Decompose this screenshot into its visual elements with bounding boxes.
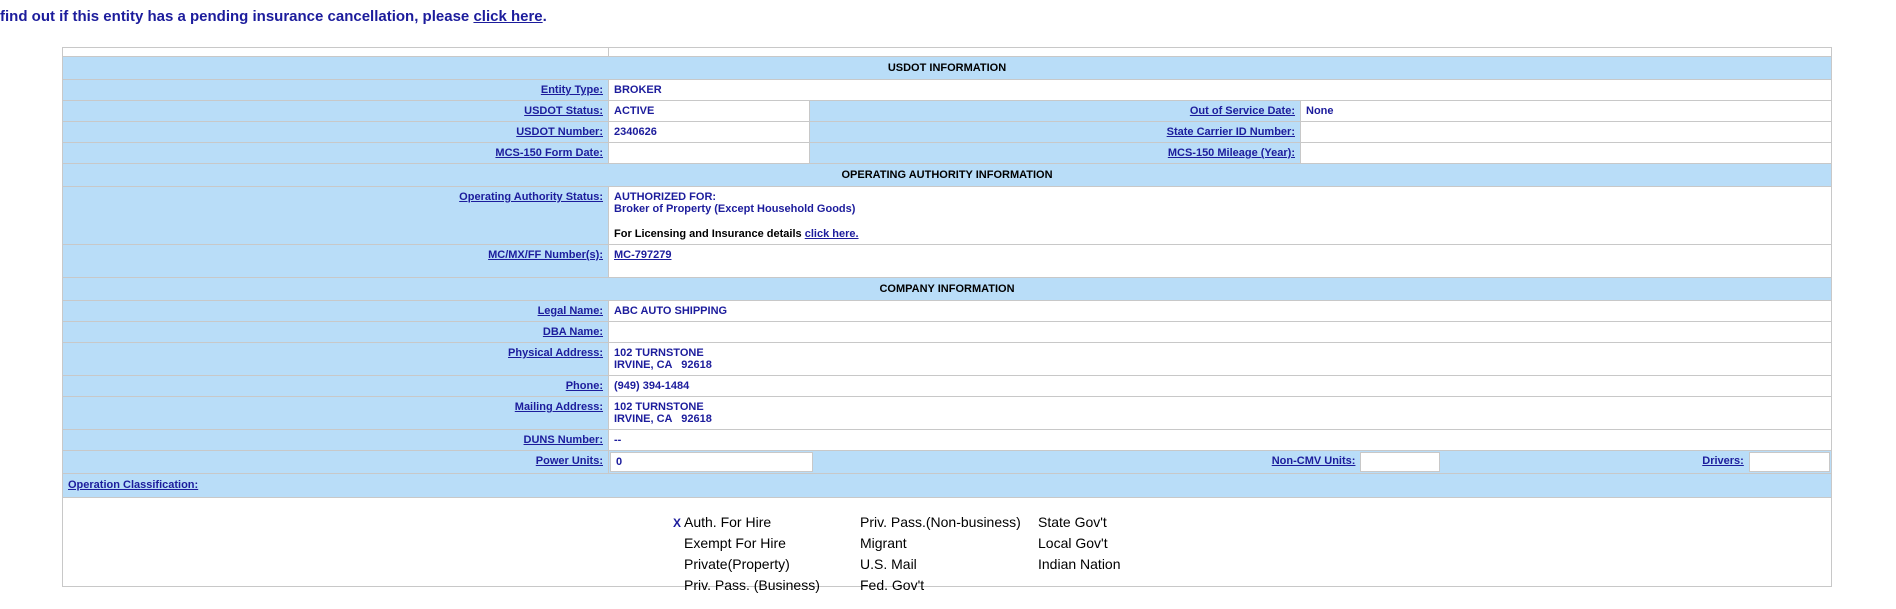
phone-value: (949) 394-1484 [609,376,1831,396]
state-carrier-id-label[interactable]: State Carrier ID Number: [1167,126,1295,138]
physical-address-line1: 102 TURNSTONE [614,347,704,359]
usdot-header-row: USDOT INFORMATION [63,57,1831,79]
entity-type-row: Entity Type: BROKER [63,80,1831,100]
non-cmv-units-value [1360,452,1440,472]
mc-number-label[interactable]: MC/MX/FF Number(s): [488,249,603,261]
op-item-local-govt: Local Gov't [1038,535,1108,551]
op-item-us-mail: U.S. Mail [860,556,917,572]
duns-number-label[interactable]: DUNS Number: [524,434,603,446]
legal-name-label[interactable]: Legal Name: [538,305,603,317]
usdot-status-label[interactable]: USDOT Status: [524,105,603,117]
out-of-service-label[interactable]: Out of Service Date: [1190,105,1295,117]
company-header-row: COMPANY INFORMATION [63,278,1831,300]
op-col-1: X Auth. For Hire Exempt For Hire Private(… [673,512,873,596]
legal-name-row: Legal Name: ABC AUTO SHIPPING [63,301,1831,321]
physical-address-line2: IRVINE, CA 92618 [614,359,712,371]
usdot-section-header: USDOT INFORMATION [63,57,1831,79]
units-subtable: 0 Non-CMV Units: Drivers: [610,452,1830,472]
authority-status-row: Operating Authority Status: AUTHORIZED F… [63,187,1831,244]
mc-number-row: MC/MX/FF Number(s): MC-797279 [63,245,1831,277]
snapshot-table: USDOT INFORMATION Entity Type: BROKER US… [62,47,1832,593]
op-item-auth-for-hire: X Auth. For Hire [673,512,873,533]
insurance-cancellation-notice: find out if this entity has a pending in… [0,8,547,25]
legal-name-value: ABC AUTO SHIPPING [609,301,1831,321]
duns-number-value: -- [609,430,1831,450]
op-item-fed-govt: Fed. Gov't [860,577,925,593]
phone-label[interactable]: Phone: [566,380,603,392]
mailing-address-line1: 102 TURNSTONE [614,401,704,413]
entity-type-value: BROKER [609,80,1831,100]
operation-classification-grid-row: X Auth. For Hire Exempt For Hire Private(… [63,498,1831,593]
physical-address-value: 102 TURNSTONE IRVINE, CA 92618 [609,343,1831,375]
units-row: Power Units: 0 Non-CMV Units: Drivers: [63,451,1831,473]
duns-row: DUNS Number: -- [63,430,1831,450]
operation-classification-row: Operation Classification: [63,474,1831,497]
op-item-indian-nation: Indian Nation [1038,556,1121,572]
usdot-status-value: ACTIVE [609,101,809,121]
non-cmv-units-label[interactable]: Non-CMV Units: [1272,455,1356,467]
op-col-2: Priv. Pass.(Non-business) Migrant U.S. M… [860,512,1060,596]
state-carrier-id-value [1301,122,1831,142]
click-here-link[interactable]: click here [473,8,542,25]
mailing-address-line2: IRVINE, CA 92618 [614,413,712,425]
notice-suffix: . [542,8,547,25]
usdot-number-row: USDOT Number: 2340626 State Carrier ID N… [63,122,1831,142]
operating-authority-status-label[interactable]: Operating Authority Status: [459,191,603,203]
mcs150-form-date-value [609,143,809,163]
authorized-for-text: AUTHORIZED FOR: [614,191,717,203]
drivers-value [1748,452,1830,472]
op-item-migrant: Migrant [860,535,907,551]
operation-classification-label[interactable]: Operation Classification: [68,479,198,491]
out-of-service-value: None [1301,101,1831,121]
mailing-address-value: 102 TURNSTONE IRVINE, CA 92618 [609,397,1831,429]
licensing-details-text: For Licensing and Insurance details [614,228,805,240]
op-item-priv-pass-business: Priv. Pass. (Business) [684,577,820,593]
op-item-private-property: Private(Property) [684,556,790,572]
notice-text: find out if this entity has a pending in… [0,8,474,25]
mcs150-mileage-label[interactable]: MCS-150 Mileage (Year): [1168,147,1295,159]
authority-header-row: OPERATING AUTHORITY INFORMATION [63,164,1831,186]
mcs150-form-date-label[interactable]: MCS-150 Form Date: [495,147,603,159]
power-units-value: 0 [610,452,813,472]
mailing-address-row: Mailing Address: 102 TURNSTONE IRVINE, C… [63,397,1831,429]
dba-name-value [609,322,1831,342]
mc-number-link[interactable]: MC-797279 [614,249,671,261]
dba-name-label[interactable]: DBA Name: [543,326,603,338]
op-mark: X [673,516,682,530]
power-units-label[interactable]: Power Units: [536,455,603,467]
usdot-status-row: USDOT Status: ACTIVE Out of Service Date… [63,101,1831,121]
company-section-header: COMPANY INFORMATION [63,278,1831,300]
authority-type-text: Broker of Property (Except Household Goo… [614,203,856,215]
op-item-priv-pass-non-business: Priv. Pass.(Non-business) [860,514,1021,530]
licensing-details: For Licensing and Insurance details clic… [614,228,1826,240]
mailing-address-label[interactable]: Mailing Address: [515,401,603,413]
physical-address-label[interactable]: Physical Address: [508,347,603,359]
drivers-label[interactable]: Drivers: [1702,455,1744,467]
licensing-click-here-link[interactable]: click here. [805,228,859,240]
op-item-state-govt: State Gov't [1038,514,1107,530]
mcs150-row: MCS-150 Form Date: MCS-150 Mileage (Year… [63,143,1831,163]
op-item-exempt-for-hire: Exempt For Hire [684,535,786,551]
dba-name-row: DBA Name: [63,322,1831,342]
operation-classification-panel: X Auth. For Hire Exempt For Hire Private(… [63,498,1831,593]
phone-row: Phone: (949) 394-1484 [63,376,1831,396]
usdot-number-value: 2340626 [609,122,809,142]
operating-authority-status-value: AUTHORIZED FOR: Broker of Property (Exce… [609,187,1831,244]
op-col-3: State Gov't Local Gov't Indian Nation [1038,512,1238,575]
mcs150-mileage-value [1301,143,1831,163]
top-strip [63,48,1831,56]
physical-address-row: Physical Address: 102 TURNSTONE IRVINE, … [63,343,1831,375]
authority-section-header: OPERATING AUTHORITY INFORMATION [63,164,1831,186]
usdot-number-label[interactable]: USDOT Number: [516,126,603,138]
entity-type-label[interactable]: Entity Type: [541,84,603,96]
